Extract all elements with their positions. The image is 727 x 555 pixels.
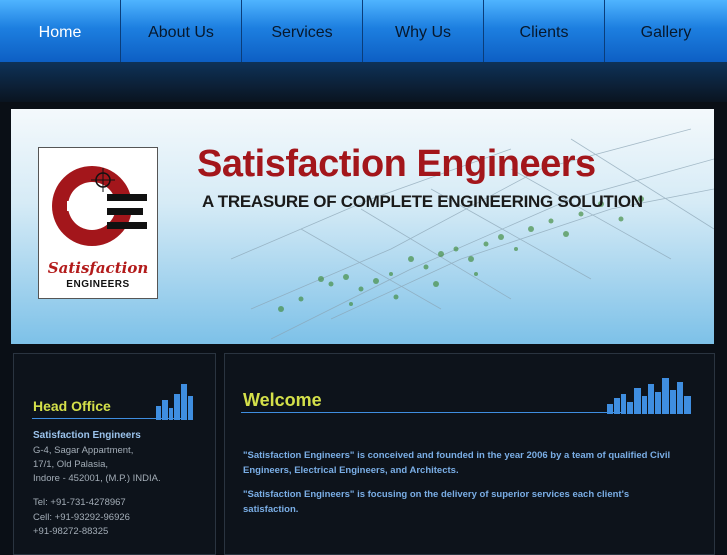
- logo-subtitle: ENGINEERS: [66, 279, 130, 290]
- welcome-paragraph-2: "Satisfaction Engineers" is focusing on …: [243, 489, 630, 515]
- address-line-3: Indore - 452001, (M.P.) INDIA.: [33, 473, 161, 484]
- main-nav: Home About Us Services Why Us Clients Ga…: [0, 0, 727, 62]
- site-tagline: A TREASURE OF COMPLETE ENGINEERING SOLUT…: [202, 192, 643, 211]
- welcome-paragraph-1: "Satisfaction Engineers" is conceived an…: [243, 450, 671, 476]
- nav-home[interactable]: Home: [0, 0, 121, 62]
- logo-name: Satisfaction: [47, 259, 149, 277]
- phone-cell: Cell: +91-93292-96926: [33, 512, 130, 523]
- nav-shadow-band: [0, 62, 727, 102]
- nav-why-us-label: Why Us: [395, 24, 451, 41]
- address-line-2: 17/1, Old Palasia,: [33, 459, 108, 470]
- company-name: Satisfaction Engineers: [33, 430, 141, 441]
- welcome-heading: Welcome: [243, 390, 322, 410]
- company-logo: Satisfaction ENGINEERS: [38, 147, 158, 299]
- skyline-icon: [156, 384, 193, 420]
- head-office-panel: Head Office Satisfaction Engineers G-4, …: [13, 353, 216, 555]
- nav-why-us[interactable]: Why Us: [363, 0, 484, 62]
- logo-mark-icon: [52, 166, 147, 246]
- skyline-icon: [607, 378, 691, 414]
- nav-home-label: Home: [38, 24, 82, 41]
- address-line-1: G-4, Sagar Appartment,: [33, 445, 134, 456]
- welcome-divider: [241, 412, 621, 413]
- nav-about-us[interactable]: About Us: [121, 0, 242, 62]
- nav-about-us-label: About Us: [148, 24, 214, 41]
- nav-services-label: Services: [271, 24, 333, 41]
- nav-gallery[interactable]: Gallery: [605, 0, 727, 62]
- head-office-heading: Head Office: [33, 398, 111, 414]
- phone-cell-2: +91-98272-88325: [33, 526, 109, 537]
- site-title: Satisfaction Engineers: [197, 143, 596, 185]
- welcome-panel: Welcome "Satisfaction Engineers" is conc…: [224, 353, 715, 555]
- header-banner: Satisfaction ENGINEERS Satisfaction Engi…: [11, 109, 714, 344]
- nav-gallery-label: Gallery: [640, 24, 692, 41]
- nav-clients-label: Clients: [519, 24, 569, 41]
- phone-tel: Tel: +91-731-4278967: [33, 497, 126, 508]
- nav-clients[interactable]: Clients: [484, 0, 605, 62]
- nav-services[interactable]: Services: [242, 0, 363, 62]
